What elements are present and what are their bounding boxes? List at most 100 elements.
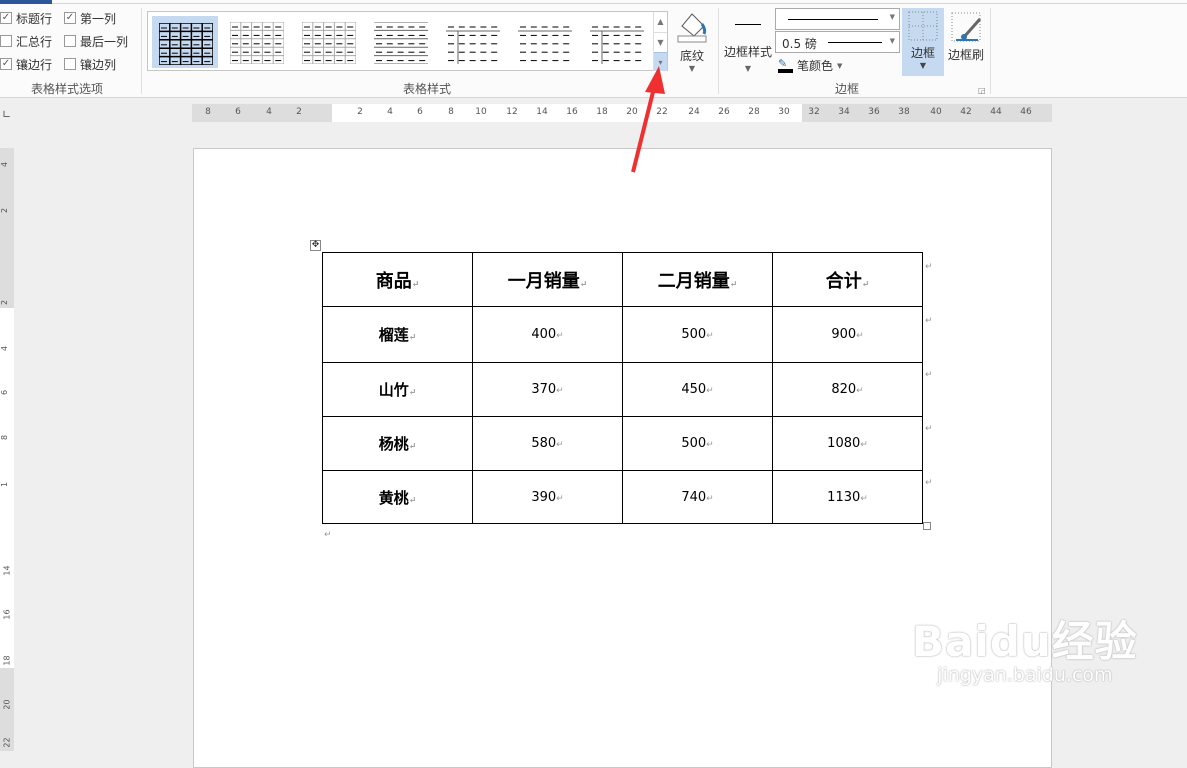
paragraph-mark: ↵ <box>579 279 588 290</box>
table-cell[interactable]: 黄桃↵ <box>322 470 473 524</box>
table-cell[interactable]: 450↵ <box>622 362 773 417</box>
cell-text: 500 <box>681 327 707 342</box>
pen-color-label: 笔颜色 <box>797 59 834 73</box>
divider <box>141 8 142 94</box>
cell-text: 740 <box>681 489 707 505</box>
table-style-4[interactable] <box>368 16 434 68</box>
table-cell[interactable]: 580↵ <box>472 416 623 471</box>
group-label-borders: 边框 <box>834 82 859 96</box>
table-style-3[interactable] <box>296 16 362 68</box>
table-row: 榴莲↵ 400↵ 500↵ 900↵ <box>322 306 923 363</box>
ruler-tick-label: 38 <box>898 107 910 117</box>
checkbox-first-column[interactable]: ✓ 第一列 <box>64 8 140 28</box>
ruler-tick-label: 16 <box>566 107 578 117</box>
checkbox-last-column[interactable]: 最后一列 <box>64 31 140 51</box>
table-row: 杨桃↵ 580↵ 500↵ 1080↵ <box>322 416 923 471</box>
table-styles-gallery[interactable]: ▲ ▼ ▾ <box>147 11 668 71</box>
shading-label: 底纹 <box>679 49 704 63</box>
table-cell[interactable]: 390↵ <box>472 470 623 524</box>
table-cell[interactable]: 山竹↵ <box>322 362 473 417</box>
shading-button[interactable]: 底纹 ▼ <box>674 10 710 73</box>
pen-icon: ✎ <box>778 58 793 73</box>
red-arrow-annotation <box>631 66 665 173</box>
paragraph-mark: ↵ <box>706 331 714 341</box>
cell-text: 820 <box>831 382 857 397</box>
cell-text: 二月销量 <box>657 270 730 292</box>
header-cell[interactable]: 二月销量↵ <box>622 252 773 307</box>
ruler-tick-label: 30 <box>778 107 790 117</box>
paragraph-mark: ↵ <box>556 493 564 504</box>
ruler-tick-label: 4 <box>0 345 10 352</box>
header-cell[interactable]: 商品↵ <box>322 252 473 307</box>
checkbox-header-row[interactable]: ✓ 标题行 <box>0 8 64 28</box>
table-cell[interactable]: 500↵ <box>622 306 773 363</box>
table-cell[interactable]: 500↵ <box>622 416 773 471</box>
table-style-6[interactable] <box>512 16 578 68</box>
cell-text: 450 <box>681 382 707 397</box>
ruler-tick-label: 2 <box>357 107 363 117</box>
scroll-down-icon[interactable]: ▼ <box>653 32 667 51</box>
table-style-2[interactable] <box>224 16 290 68</box>
checkbox-banded-columns[interactable]: 镶边列 <box>64 54 140 74</box>
check-icon: ✓ <box>0 58 12 70</box>
table-cell[interactable]: 1080↵ <box>772 416 923 471</box>
vertical-ruler[interactable]: 4 2 2 4 6 8 1 14 16 18 20 22 <box>0 148 14 751</box>
line-weight-dropdown[interactable]: 0.5 磅 ▼ <box>775 31 900 53</box>
paragraph-mark: ↵ <box>408 388 417 398</box>
table-cell[interactable]: 740↵ <box>622 470 773 524</box>
ruler-tick-label: 18 <box>2 655 12 666</box>
dropdown-arrow-icon: ▼ <box>744 64 752 73</box>
pen-color-button[interactable]: ✎ 笔颜色 ▼ <box>778 57 842 74</box>
paragraph-mark: ↵ <box>856 386 864 396</box>
header-cell[interactable]: 一月销量↵ <box>472 252 623 307</box>
table-style-1[interactable] <box>152 16 218 68</box>
table-cell[interactable]: 杨桃↵ <box>322 416 473 471</box>
table-cell[interactable]: 370↵ <box>472 362 623 417</box>
table-move-handle-icon[interactable]: ✥ <box>310 240 321 251</box>
horizontal-ruler[interactable]: 8 6 4 2 2 4 6 8 10 12 14 16 18 20 22 24 26 28 30 32 34 36 38 40… <box>192 104 1052 122</box>
paragraph-mark: ↵ <box>324 530 332 540</box>
paragraph-mark: ↵ <box>706 440 714 450</box>
border-painter-button[interactable]: 边框刷 <box>946 8 986 63</box>
paragraph-mark: ↵ <box>556 386 564 396</box>
check-icon: ✓ <box>0 12 12 24</box>
baidu-watermark: Baidu经验 jingyan.baidu.com <box>912 620 1138 687</box>
ruler-tick-label: 22 <box>2 737 12 748</box>
ruler-tick-label: 8 <box>448 107 454 117</box>
table-cell[interactable]: 榴莲↵ <box>322 306 473 363</box>
label: 汇总行 <box>16 34 53 49</box>
dialog-launcher-icon[interactable]: ◲ <box>978 86 986 95</box>
header-cell[interactable]: 合计↵ <box>772 252 923 307</box>
table-cell[interactable]: 820↵ <box>772 362 923 417</box>
ruler-tick-label: 2 <box>296 107 302 117</box>
table-header-row: 商品↵ 一月销量↵ 二月销量↵ 合计↵ <box>322 252 923 307</box>
cell-text: 一月销量 <box>507 270 580 292</box>
line-weight-value: 0.5 磅 <box>782 37 817 51</box>
table-cell[interactable]: 400↵ <box>472 306 623 363</box>
borders-button[interactable]: 边框 ▼ <box>902 8 944 76</box>
ruler-tick-label: 46 <box>1020 107 1032 117</box>
group-label-table-styles: 表格样式 <box>402 82 451 96</box>
cell-text: 黄桃 <box>378 488 409 507</box>
border-styles-button[interactable]: 边框样式 ▼ <box>722 12 774 73</box>
cell-text: 商品 <box>375 270 412 292</box>
table-cell[interactable]: 900↵ <box>772 306 923 363</box>
ruler-tick-label: 4 <box>266 107 272 117</box>
label: 最后一列 <box>80 34 129 49</box>
checkbox-total-row[interactable]: 汇总行 <box>0 31 64 51</box>
table-resize-handle[interactable] <box>923 522 931 530</box>
line-style-dropdown[interactable]: ▼ <box>775 8 900 30</box>
ruler-tick-label: 40 <box>930 107 942 117</box>
checkbox-empty <box>64 58 76 70</box>
tab-selector-icon[interactable]: ∟ <box>2 108 16 122</box>
ruler-tick-label: 34 <box>838 107 850 117</box>
table-style-5[interactable] <box>440 16 506 68</box>
checkbox-banded-rows[interactable]: ✓ 镶边行 <box>0 54 64 74</box>
scroll-up-icon[interactable]: ▲ <box>653 12 667 32</box>
ruler-tick-label: 18 <box>596 107 608 117</box>
ruler-tick-label: 2 <box>0 207 10 214</box>
table-cell[interactable]: 1130↵ <box>772 470 923 524</box>
cell-text: 1130 <box>827 489 861 505</box>
ruler-tick-label: 6 <box>0 389 10 396</box>
ruler-tick-label: 44 <box>990 107 1002 117</box>
